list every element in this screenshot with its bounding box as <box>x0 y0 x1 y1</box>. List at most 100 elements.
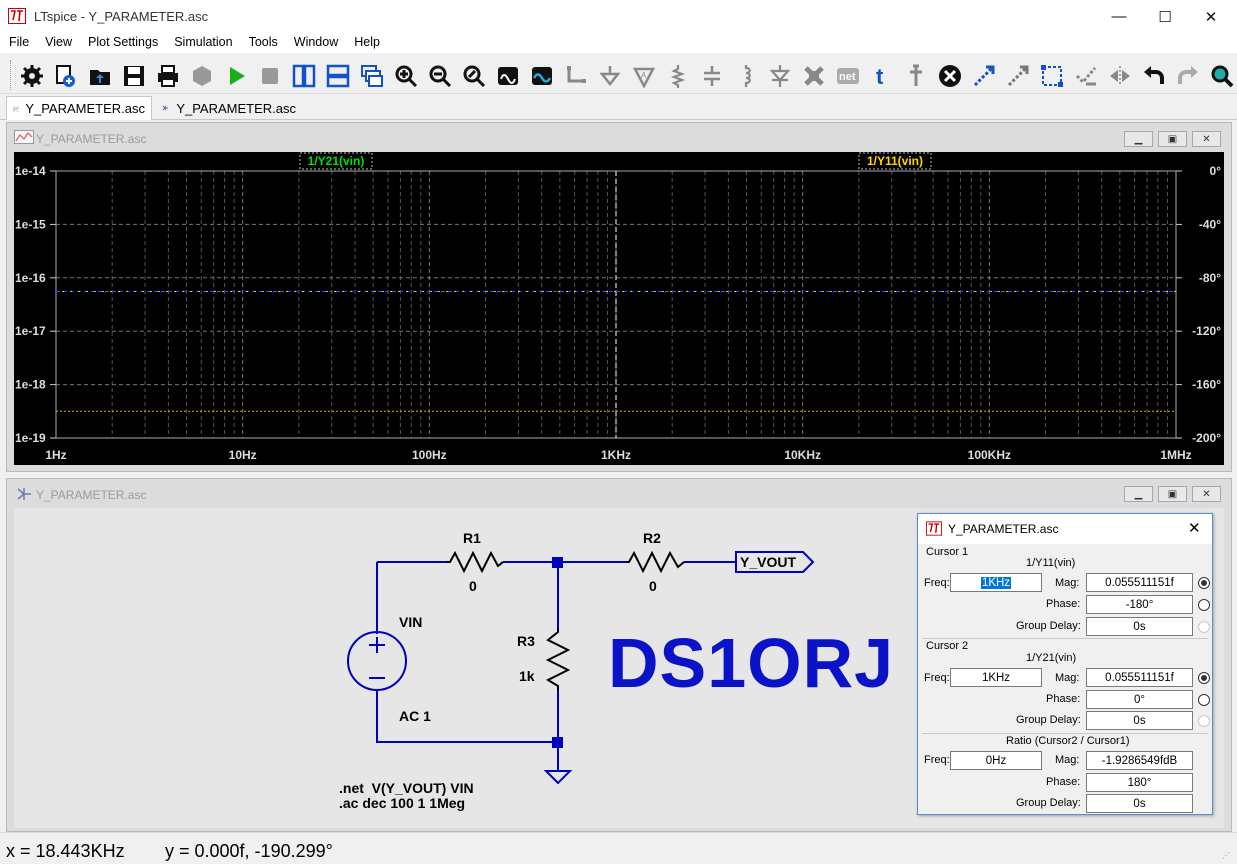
maximize-button[interactable]: ☐ <box>1142 0 1188 33</box>
waveform-plot[interactable]: 1e-14 1e-15 1e-16 1e-17 1e-18 1e-19 0° -40° -80°… <box>14 152 1224 465</box>
schematic-minimize-button[interactable]: ▁ <box>1124 486 1153 502</box>
menu-file[interactable]: File <box>0 33 36 53</box>
spice-directive-button[interactable] <box>903 63 929 89</box>
plot-restore-button[interactable]: ▣ <box>1158 131 1187 147</box>
waveform-button[interactable] <box>529 63 555 89</box>
zoom-out-button[interactable] <box>427 63 453 89</box>
resize-grip-icon[interactable]: ⋰ <box>1222 851 1230 860</box>
new-schematic-button[interactable] <box>52 63 78 89</box>
cursor2-phase-radio[interactable] <box>1198 694 1210 706</box>
net-directive[interactable]: .net V(Y_VOUT) VIN <box>339 780 474 796</box>
ratio-group-delay-value: 0s <box>1086 794 1193 813</box>
menu-simulation[interactable]: Simulation <box>165 33 239 53</box>
delete-button[interactable] <box>937 63 963 89</box>
print-button[interactable] <box>155 63 181 89</box>
tile-vertical-button[interactable] <box>291 63 317 89</box>
tab-plot[interactable]: Y_PARAMETER.asc <box>6 96 152 120</box>
separator <box>922 638 1208 639</box>
inductor-button[interactable] <box>733 63 759 89</box>
resistor-r1[interactable] <box>447 550 504 574</box>
capacitor-button[interactable] <box>699 63 725 89</box>
hammer-icon <box>193 66 211 86</box>
ground-button[interactable] <box>597 63 623 89</box>
halt-button[interactable] <box>257 63 283 89</box>
resistor-r3[interactable] <box>545 628 571 690</box>
autorange-icon <box>498 67 518 85</box>
find-button[interactable] <box>1209 63 1235 89</box>
cursor-dialog-header: Y_PARAMETER.asc ✕ <box>918 514 1212 544</box>
toolbar-grip <box>10 60 13 90</box>
open-button[interactable] <box>87 63 113 89</box>
cursor2-freq-input[interactable]: 1KHz <box>950 668 1042 687</box>
cursor2-mag-radio[interactable] <box>1198 672 1210 684</box>
cursor2-group-delay-radio[interactable] <box>1198 715 1210 727</box>
run-button[interactable] <box>223 63 249 89</box>
tab-schematic[interactable]: Y_PARAMETER.asc <box>156 96 302 120</box>
menu-window[interactable]: Window <box>285 33 345 53</box>
schematic-close-button[interactable]: ✕ <box>1192 486 1221 502</box>
net-label-y-vout[interactable]: Y_VOUT <box>740 554 796 570</box>
y-tick-label: 1e-18 <box>15 378 46 392</box>
cursor1-group-delay-radio[interactable] <box>1198 621 1210 633</box>
ratio-phase-value: 180° <box>1086 773 1193 792</box>
save-button[interactable] <box>121 63 147 89</box>
cursor-dialog-close-icon[interactable]: ✕ <box>1188 519 1201 537</box>
trace-label[interactable]: 1/Y11(vin) <box>867 154 923 168</box>
x-tick-label: 1Hz <box>45 448 66 462</box>
cursor1-phase-radio[interactable] <box>1198 599 1210 611</box>
gear-button[interactable] <box>19 63 45 89</box>
cursor2-group-label: Cursor 2 <box>926 640 969 652</box>
plot-minimize-button[interactable]: ▁ <box>1124 131 1153 147</box>
minimize-button[interactable]: — <box>1096 0 1142 33</box>
x-tick-label: 1KHz <box>601 448 631 462</box>
ac-directive[interactable]: .ac dec 100 1 1Meg <box>339 795 465 811</box>
cursor1-mag-radio[interactable] <box>1198 577 1210 589</box>
menu-help[interactable]: Help <box>345 33 387 53</box>
cascade-button[interactable] <box>359 63 385 89</box>
wire-button[interactable] <box>563 63 589 89</box>
redo-button[interactable] <box>1175 63 1201 89</box>
schematic-restore-button[interactable]: ▣ <box>1158 486 1187 502</box>
move-button[interactable] <box>971 63 997 89</box>
undo-button[interactable] <box>1141 63 1167 89</box>
resistor-r2[interactable] <box>626 550 685 574</box>
label-net-button[interactable]: A <box>631 63 657 89</box>
y-tick-label: 1e-17 <box>15 324 46 338</box>
diode-button[interactable] <box>767 63 793 89</box>
trace-label[interactable]: 1/Y21(vin) <box>308 154 365 168</box>
text-button[interactable]: t <box>869 63 895 89</box>
close-button[interactable]: ✕ <box>1188 0 1234 33</box>
cursor1-freq-input[interactable]: 1KHz <box>950 573 1042 592</box>
ltspice-logo-icon <box>8 8 26 24</box>
resistor-button[interactable] <box>665 63 691 89</box>
ratio-phase-label: Phase: <box>1046 776 1081 788</box>
x-tick-label: 10KHz <box>784 448 821 462</box>
hammer-button[interactable] <box>189 63 215 89</box>
paste-button[interactable] <box>1073 63 1099 89</box>
menu-view[interactable]: View <box>36 33 79 53</box>
menu-tools[interactable]: Tools <box>240 33 285 53</box>
voltage-source-vin[interactable] <box>347 631 407 691</box>
cursor1-freq-label: Freq: <box>924 577 950 589</box>
zoom-fit-button[interactable] <box>461 63 487 89</box>
component-button[interactable] <box>801 63 827 89</box>
plot-close-button[interactable]: ✕ <box>1192 131 1221 147</box>
drag-button[interactable] <box>1005 63 1031 89</box>
menu-plot-settings[interactable]: Plot Settings <box>79 33 165 53</box>
autorange-button[interactable] <box>495 63 521 89</box>
gear-icon <box>21 65 43 87</box>
y2-tick-label: -200° <box>1192 431 1221 445</box>
tile-horizontal-button[interactable] <box>325 63 351 89</box>
net-icon: net <box>837 68 859 84</box>
delete-icon <box>939 65 961 87</box>
net-button[interactable]: net <box>835 63 861 89</box>
copy-button[interactable] <box>1039 63 1065 89</box>
vin-name: VIN <box>399 614 423 630</box>
zoom-in-button[interactable] <box>393 63 419 89</box>
ltspice-logo-icon <box>926 521 942 536</box>
mirror-button[interactable] <box>1107 63 1133 89</box>
ground-symbol[interactable] <box>543 770 573 785</box>
spice-directive-icon <box>910 64 922 86</box>
plot-area[interactable]: 1e-14 1e-15 1e-16 1e-17 1e-18 1e-19 0° -40° -80°… <box>14 152 1224 465</box>
menu-bar: File View Plot Settings Simulation Tools… <box>0 33 1237 53</box>
